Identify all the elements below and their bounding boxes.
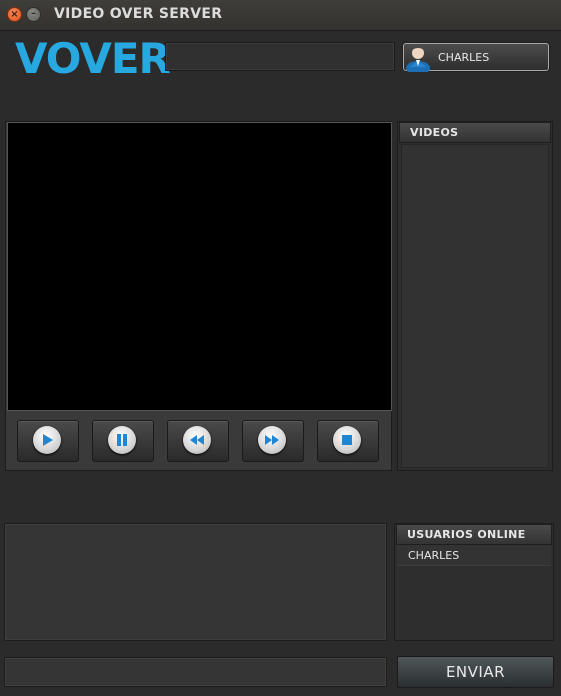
pause-button-disc <box>108 426 136 454</box>
fast-forward-button-disc <box>258 426 286 454</box>
message-input[interactable] <box>4 657 387 687</box>
user-avatar-icon <box>406 43 430 72</box>
stop-button[interactable] <box>317 420 379 462</box>
play-icon <box>43 434 53 446</box>
list-item[interactable]: CHARLES <box>397 545 551 566</box>
pause-button[interactable] <box>92 420 154 462</box>
top-text-field[interactable] <box>165 42 395 71</box>
users-online-title: USUARIOS ONLINE <box>407 528 526 541</box>
chat-log[interactable] <box>4 523 387 641</box>
videos-list[interactable] <box>401 144 549 468</box>
stop-button-disc <box>333 426 361 454</box>
pause-icon <box>117 434 127 446</box>
user-name: CHARLES <box>408 549 460 562</box>
videos-panel: VIDEOS <box>397 121 553 471</box>
minimize-window-button[interactable]: – <box>26 7 41 22</box>
close-window-button[interactable]: × <box>7 7 22 22</box>
videos-panel-title: VIDEOS <box>410 126 459 139</box>
video-screen[interactable] <box>7 122 392 411</box>
user-button[interactable]: CHARLES <box>403 43 549 72</box>
fast-forward-button[interactable] <box>242 420 304 462</box>
videos-panel-header: VIDEOS <box>399 122 551 143</box>
rewind-button-disc <box>183 426 211 454</box>
stop-icon <box>342 435 352 445</box>
users-online-panel: USUARIOS ONLINE CHARLES <box>394 523 554 641</box>
send-button[interactable]: ENVIAR <box>397 656 554 688</box>
window-titlebar: × – VIDEO OVER SERVER <box>0 0 561 31</box>
play-button[interactable] <box>17 420 79 462</box>
rewind-button[interactable] <box>167 420 229 462</box>
play-button-disc <box>33 426 61 454</box>
app-logo: VOVER <box>15 34 171 83</box>
window-title: VIDEO OVER SERVER <box>54 6 223 22</box>
rewind-icon <box>190 435 204 445</box>
fast-forward-icon <box>265 435 279 445</box>
users-online-header: USUARIOS ONLINE <box>396 524 552 545</box>
video-player <box>5 121 392 471</box>
user-button-label: CHARLES <box>438 51 490 64</box>
